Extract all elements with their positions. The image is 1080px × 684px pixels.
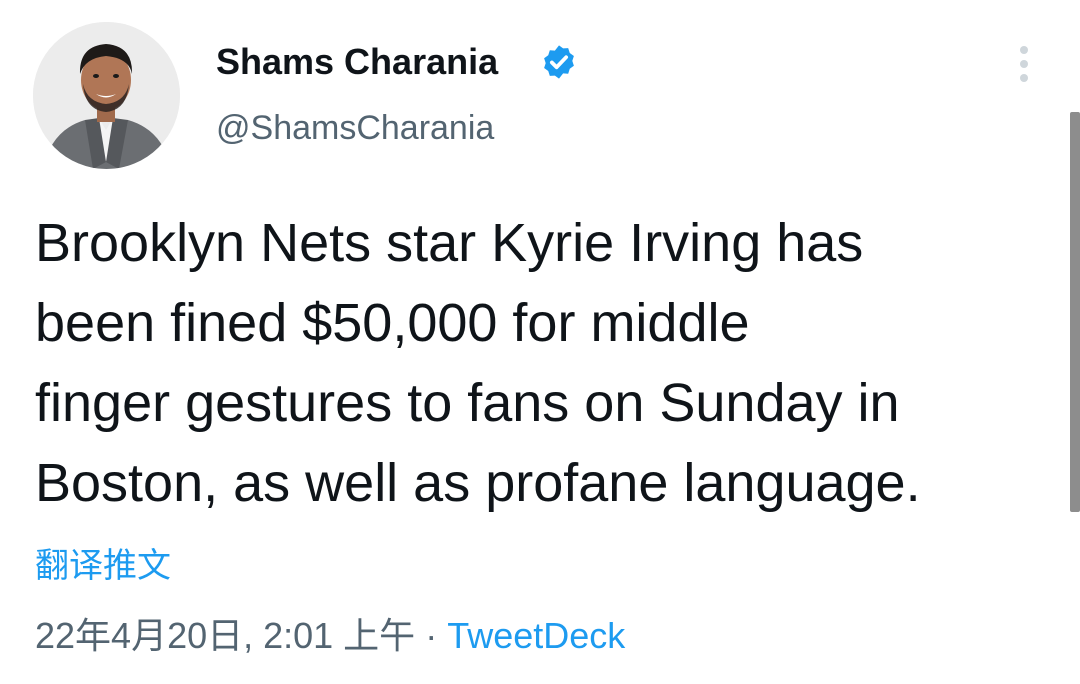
- tweet-text-line: been fined $50,000 for middle: [35, 293, 750, 353]
- avatar-image: [33, 22, 180, 169]
- author-handle[interactable]: @ShamsCharania: [216, 108, 494, 148]
- meta-separator: ·: [425, 615, 438, 656]
- tweet-meta: 22年4月20日, 2:01 上午 · TweetDeck: [35, 614, 625, 658]
- more-vertical-icon[interactable]: [1008, 42, 1040, 86]
- author-display-name[interactable]: Shams Charania: [216, 40, 498, 84]
- tweet-text-line: finger gestures to fans on Sunday in: [35, 373, 900, 433]
- tweet-timestamp[interactable]: 22年4月20日, 2:01 上午: [35, 615, 415, 656]
- scrollbar[interactable]: [1070, 112, 1080, 512]
- translate-tweet-link[interactable]: 翻译推文: [35, 545, 171, 587]
- tweet-text-line: Brooklyn Nets star Kyrie Irving has: [35, 213, 864, 273]
- tweet-source-link[interactable]: TweetDeck: [447, 615, 625, 656]
- tweet-text-line: Boston, as well as profane language.: [35, 453, 921, 513]
- tweet-text: Brooklyn Nets star Kyrie Irving has been…: [35, 203, 1055, 523]
- verified-badge-icon: [544, 45, 574, 79]
- avatar[interactable]: [33, 22, 180, 169]
